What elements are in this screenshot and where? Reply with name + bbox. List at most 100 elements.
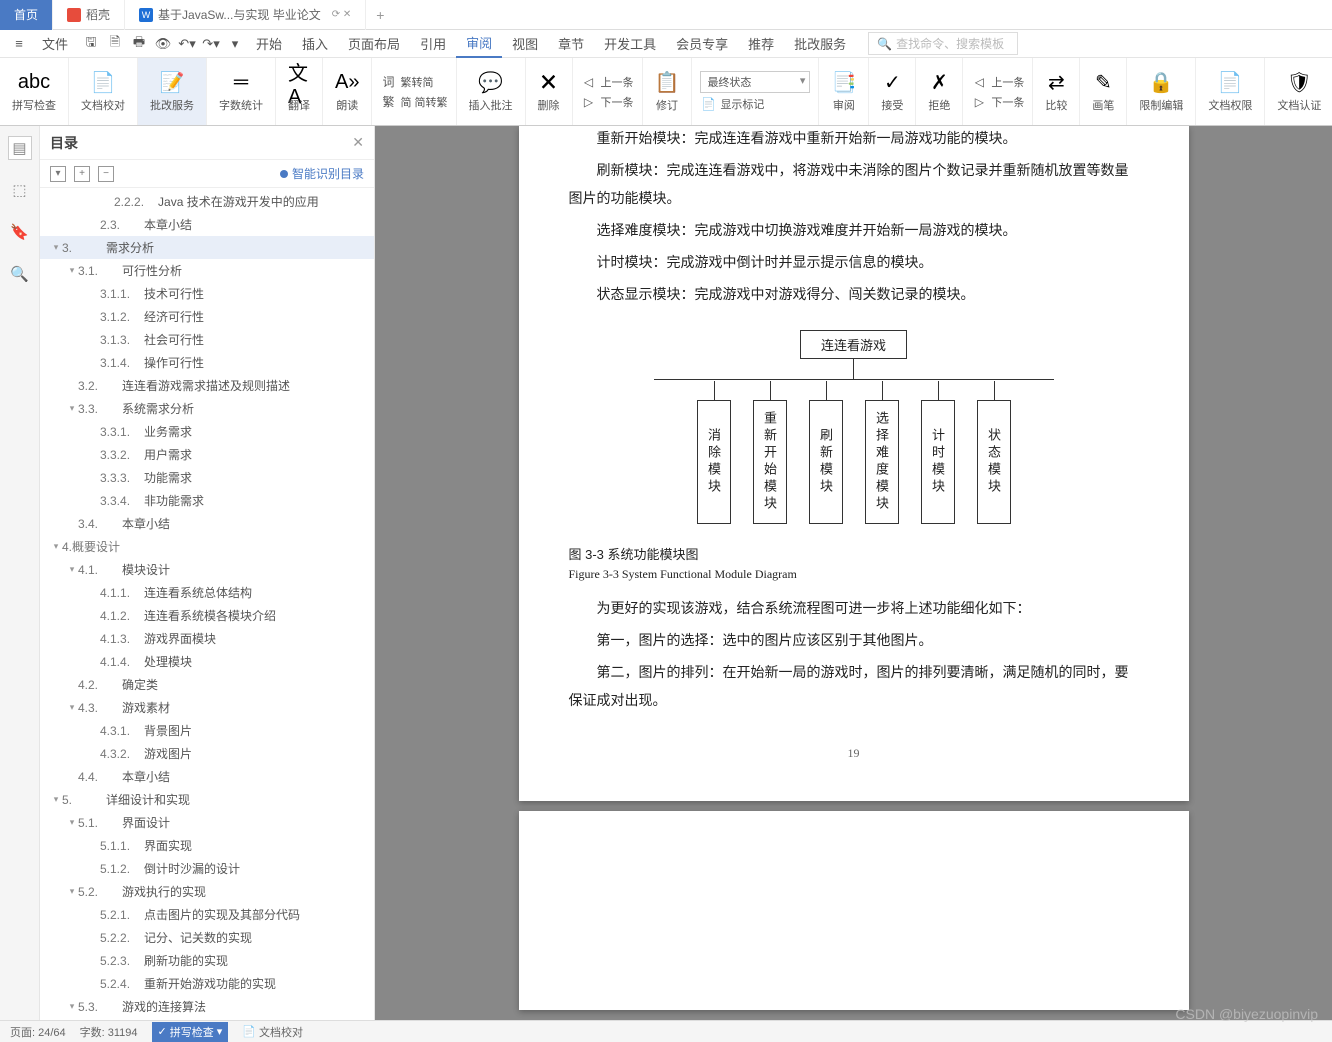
- toc-item[interactable]: 3.1.1.技术可行性: [40, 282, 374, 305]
- rail-toc-icon[interactable]: ▤: [8, 136, 32, 160]
- next-change-button[interactable]: ▷下一条: [971, 93, 1024, 111]
- status-wordcount[interactable]: 字数: 31194: [80, 1024, 138, 1040]
- menu-devtools[interactable]: 开发工具: [594, 30, 666, 58]
- accept-button[interactable]: ✓接受: [877, 69, 907, 115]
- prev-change-button[interactable]: ◁上一条: [971, 73, 1024, 91]
- toc-item[interactable]: 4.1.3.游戏界面模块: [40, 627, 374, 650]
- save-icon[interactable]: 🖫: [80, 33, 102, 55]
- toc-smart-button[interactable]: 智能识别目录: [280, 165, 364, 182]
- toc-item[interactable]: 5.1.2.倒计时沙漏的设计: [40, 857, 374, 880]
- close-icon[interactable]: ⟳ ✕: [332, 9, 352, 20]
- toc-collapse-all-button[interactable]: −: [98, 166, 114, 182]
- menu-insert[interactable]: 插入: [292, 30, 338, 58]
- toc-item[interactable]: ▾3.1.可行性分析: [40, 259, 374, 282]
- menu-references[interactable]: 引用: [410, 30, 456, 58]
- toc-item[interactable]: 4.4.本章小结: [40, 765, 374, 788]
- showmarkup-button[interactable]: 📄显示标记: [700, 95, 764, 113]
- print-preview-icon[interactable]: 👁: [152, 33, 174, 55]
- rail-nav-icon[interactable]: ⬚: [8, 178, 32, 202]
- toc-item[interactable]: 5.1.1.界面实现: [40, 834, 374, 857]
- menu-member[interactable]: 会员专享: [666, 30, 738, 58]
- toc-item[interactable]: ▾4.1.模块设计: [40, 558, 374, 581]
- hamburger-icon[interactable]: ≡: [8, 33, 30, 55]
- translate-button[interactable]: 文A翻译: [284, 69, 314, 115]
- toc-item[interactable]: ▾5.详细设计和实现: [40, 788, 374, 811]
- compare-button[interactable]: ⇄比较: [1041, 69, 1071, 115]
- doccompare-button[interactable]: 📄文档校对: [77, 69, 129, 115]
- toc-item[interactable]: ▾5.2.游戏执行的实现: [40, 880, 374, 903]
- rail-bookmark-icon[interactable]: 🔖: [8, 220, 32, 244]
- search-input[interactable]: 🔍查找命令、搜索模板: [868, 32, 1018, 55]
- menu-recommend[interactable]: 推荐: [738, 30, 784, 58]
- print-icon[interactable]: 🖶: [128, 33, 150, 55]
- toc-item[interactable]: 3.3.4.非功能需求: [40, 489, 374, 512]
- toc-item[interactable]: 3.1.2.经济可行性: [40, 305, 374, 328]
- toc-item[interactable]: 4.3.2.游戏图片: [40, 742, 374, 765]
- status-dropdown[interactable]: 最终状态: [700, 71, 810, 93]
- toc-item[interactable]: 4.3.1.背景图片: [40, 719, 374, 742]
- markup-button[interactable]: 📝批改服务: [146, 69, 198, 115]
- reviewpane-button[interactable]: 📑审阅: [827, 69, 860, 115]
- status-spellcheck[interactable]: ✓ 拼写检查 ▾: [152, 1022, 229, 1042]
- tab-add-button[interactable]: +: [366, 7, 394, 23]
- toc-body[interactable]: 2.2.2.Java 技术在游戏开发中的应用2.3.本章小结▾3.需求分析▾3.…: [40, 188, 374, 1020]
- status-proof[interactable]: 📄 文档校对: [242, 1024, 303, 1040]
- menu-markup-service[interactable]: 批改服务: [784, 30, 856, 58]
- menu-chapter[interactable]: 章节: [548, 30, 594, 58]
- menu-file[interactable]: 文件: [32, 30, 78, 58]
- reject-button[interactable]: ✗拒绝: [924, 69, 954, 115]
- menu-pagelayout[interactable]: 页面布局: [338, 30, 410, 58]
- toc-item[interactable]: ▾3.需求分析: [40, 236, 374, 259]
- wordcount-button[interactable]: ═字数统计: [215, 69, 267, 115]
- menu-review[interactable]: 审阅: [456, 30, 502, 58]
- prev-comment-button[interactable]: ◁上一条: [581, 73, 634, 91]
- document-area[interactable]: 重新开始模块：完成连连看游戏中重新开始新一局游戏功能的模块。 刷新模块：完成连连…: [375, 126, 1332, 1020]
- toc-item[interactable]: 3.3.3.功能需求: [40, 466, 374, 489]
- simp-to-trad-button[interactable]: 繁简 简转繁: [380, 93, 447, 111]
- restrict-button[interactable]: 🔒限制编辑: [1135, 69, 1187, 115]
- trad-to-simp-button[interactable]: 词繁转简: [380, 73, 433, 91]
- toc-item[interactable]: ▾3.3.系统需求分析: [40, 397, 374, 420]
- toc-item[interactable]: 5.2.3.刷新功能的实现: [40, 949, 374, 972]
- readaloud-button[interactable]: A»朗读: [331, 69, 363, 115]
- dropdown-icon[interactable]: ▾: [224, 33, 246, 55]
- toc-item[interactable]: 4.1.2.连连看系统模各模块介绍: [40, 604, 374, 627]
- toc-item[interactable]: 4.1.1.连连看系统总体结构: [40, 581, 374, 604]
- save-as-icon[interactable]: 🗎: [104, 33, 126, 55]
- toc-collapse-button[interactable]: +: [74, 166, 90, 182]
- redo-icon[interactable]: ↷▾: [200, 33, 222, 55]
- ink-button[interactable]: ✎画笔: [1088, 69, 1118, 115]
- menu-view[interactable]: 视图: [502, 30, 548, 58]
- toc-item[interactable]: ▾5.1.界面设计: [40, 811, 374, 834]
- tab-dock[interactable]: 稻壳: [53, 0, 125, 30]
- toc-item[interactable]: 5.2.1.点击图片的实现及其部分代码: [40, 903, 374, 926]
- toc-close-button[interactable]: ✕: [352, 134, 364, 151]
- toc-item[interactable]: 3.3.1.业务需求: [40, 420, 374, 443]
- toc-item[interactable]: 2.3.本章小结: [40, 213, 374, 236]
- undo-icon[interactable]: ↶▾: [176, 33, 198, 55]
- toc-item[interactable]: ▾4.概要设计: [40, 535, 374, 558]
- spellcheck-button[interactable]: abc拼写检查: [8, 69, 60, 115]
- tab-home[interactable]: 首页: [0, 0, 53, 30]
- menu-start[interactable]: 开始: [246, 30, 292, 58]
- toc-item[interactable]: ▾5.3.游戏的连接算法: [40, 995, 374, 1018]
- insertcomment-button[interactable]: 💬插入批注: [465, 69, 517, 115]
- track-button[interactable]: 📋修订: [651, 69, 684, 115]
- toc-item[interactable]: 3.4.本章小结: [40, 512, 374, 535]
- next-comment-button[interactable]: ▷下一条: [581, 93, 634, 111]
- tab-document[interactable]: W基于JavaSw...与实现 毕业论文⟳ ✕: [125, 0, 366, 30]
- status-page[interactable]: 页面: 24/64: [10, 1024, 66, 1040]
- toc-item[interactable]: 4.2.确定类: [40, 673, 374, 696]
- toc-item[interactable]: 3.1.3.社会可行性: [40, 328, 374, 351]
- toc-item[interactable]: 2.2.2.Java 技术在游戏开发中的应用: [40, 190, 374, 213]
- delete-button[interactable]: 🗙删除: [534, 69, 564, 115]
- rail-search-icon[interactable]: 🔍: [8, 262, 32, 286]
- toc-item[interactable]: 3.3.2.用户需求: [40, 443, 374, 466]
- toc-item[interactable]: 4.1.4.处理模块: [40, 650, 374, 673]
- toc-item[interactable]: 3.1.4.操作可行性: [40, 351, 374, 374]
- toc-item[interactable]: 5.2.2.记分、记关数的实现: [40, 926, 374, 949]
- toc-expand-button[interactable]: ▾: [50, 166, 66, 182]
- toc-item[interactable]: 3.2.连连看游戏需求描述及规则描述: [40, 374, 374, 397]
- docauth-button[interactable]: 🛡文档认证: [1273, 69, 1325, 115]
- toc-item[interactable]: ▾4.3.游戏素材: [40, 696, 374, 719]
